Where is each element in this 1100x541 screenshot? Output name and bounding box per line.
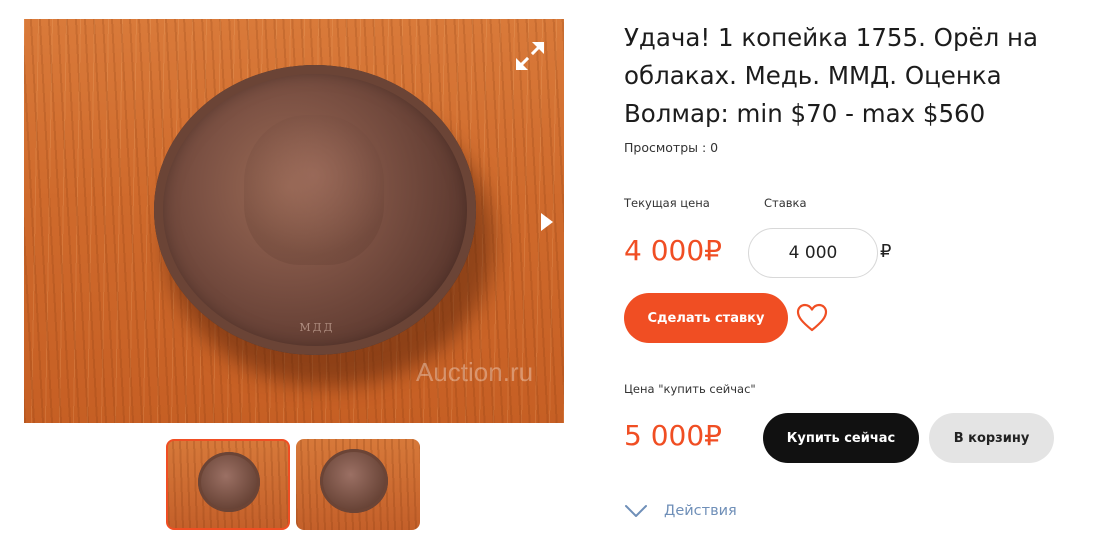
- chevron-down-icon: [625, 505, 647, 517]
- thumbnail-1[interactable]: [166, 439, 290, 530]
- thumbnail-coin: [198, 452, 260, 512]
- coin-eagle-relief: [244, 115, 384, 265]
- add-to-cart-button[interactable]: В корзину: [929, 413, 1054, 463]
- views-count: Просмотры : 0: [624, 140, 719, 155]
- current-price-label: Текущая цена: [624, 196, 710, 210]
- watermark: Auction.ru: [416, 357, 534, 387]
- thumbnail-coin: [320, 449, 388, 513]
- thumbnail-2[interactable]: [296, 439, 420, 530]
- current-price: 4 000₽: [624, 234, 722, 267]
- lot-title: Удача! 1 копейка 1755. Орёл на облаках. …: [624, 23, 1039, 128]
- coin-legend: МДД: [299, 321, 335, 334]
- bid-label: Ставка: [764, 196, 807, 210]
- heart-icon[interactable]: [796, 303, 828, 333]
- play-next-icon[interactable]: [539, 211, 555, 233]
- buy-now-button[interactable]: Купить сейчас: [763, 413, 919, 463]
- place-bid-button[interactable]: Сделать ставку: [624, 293, 788, 343]
- actions-toggle[interactable]: Действия: [624, 500, 737, 522]
- coin-image: МДД: [154, 65, 476, 355]
- bid-input[interactable]: [748, 228, 878, 278]
- actions-label: Действия: [664, 503, 737, 519]
- main-photo[interactable]: МДД Auction.ru: [24, 19, 564, 423]
- expand-arrows-icon[interactable]: [513, 39, 547, 73]
- buy-now-price: 5 000₽: [624, 419, 722, 452]
- buy-now-price-label: Цена "купить сейчас": [624, 382, 756, 396]
- bid-currency: ₽: [880, 241, 892, 262]
